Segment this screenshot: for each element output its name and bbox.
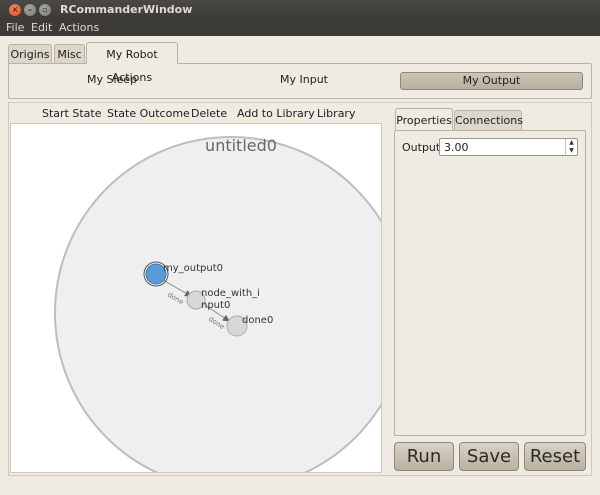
minimize-icon[interactable]: – — [24, 4, 36, 16]
node-label-my-output0: my_output0 — [163, 263, 223, 274]
menu-edit[interactable]: Edit — [31, 21, 52, 34]
node-label-done0: done0 — [242, 315, 273, 326]
output-value[interactable]: 3.00 — [444, 141, 469, 154]
delete-button[interactable]: Delete — [191, 107, 227, 120]
tab-misc[interactable]: Misc — [54, 44, 85, 64]
add-to-library-button[interactable]: Add to Library — [237, 107, 315, 120]
run-button[interactable]: Run — [394, 442, 454, 471]
window-title: RCommanderWindow — [60, 3, 193, 16]
graph-svg: untitled0 done done my_output0 node_with… — [54, 136, 381, 472]
library-button[interactable]: Library — [317, 107, 355, 120]
menu-file[interactable]: File — [6, 21, 24, 34]
tab-my-robot-actions[interactable]: My Robot Actions — [86, 42, 178, 84]
start-state-button[interactable]: Start State — [42, 107, 102, 120]
menu-actions[interactable]: Actions — [59, 21, 99, 34]
output-spinbox[interactable]: 3.00 ▲ ▼ — [439, 138, 578, 156]
title-bar: × – ▫ RCommanderWindow — [0, 0, 600, 20]
tab-connections[interactable]: Connections — [454, 110, 523, 130]
output-label: Output — [402, 141, 441, 154]
action-my-output[interactable]: My Output — [400, 72, 583, 90]
node-label-line2: nput0 — [201, 300, 230, 311]
graph-canvas[interactable]: untitled0 done done my_output0 node_with… — [10, 123, 382, 473]
tab-properties[interactable]: Properties — [395, 108, 453, 130]
editor-frame: Start State State Outcome Delete Add to … — [8, 102, 592, 476]
node-label-line1: node_with_i — [201, 288, 260, 299]
spin-down-icon[interactable]: ▼ — [566, 147, 577, 155]
tab-origins[interactable]: Origins — [8, 44, 52, 64]
state-outcome-button[interactable]: State Outcome — [107, 107, 190, 120]
maximize-icon[interactable]: ▫ — [39, 4, 51, 16]
menu-bar: File Edit Actions — [0, 20, 600, 36]
reset-button[interactable]: Reset — [524, 442, 586, 471]
properties-panel: Output 3.00 ▲ ▼ — [394, 130, 586, 436]
spin-arrows[interactable]: ▲ ▼ — [565, 139, 577, 155]
close-icon[interactable]: × — [9, 4, 21, 16]
save-button[interactable]: Save — [459, 442, 519, 471]
main-window: Origins Misc My Robot Actions My Sleep M… — [0, 36, 600, 495]
action-my-input[interactable]: My Input — [280, 73, 328, 86]
spin-up-icon[interactable]: ▲ — [566, 139, 577, 147]
graph-title: untitled0 — [205, 136, 277, 155]
actions-panel: My Sleep My Input My Output — [8, 63, 592, 99]
